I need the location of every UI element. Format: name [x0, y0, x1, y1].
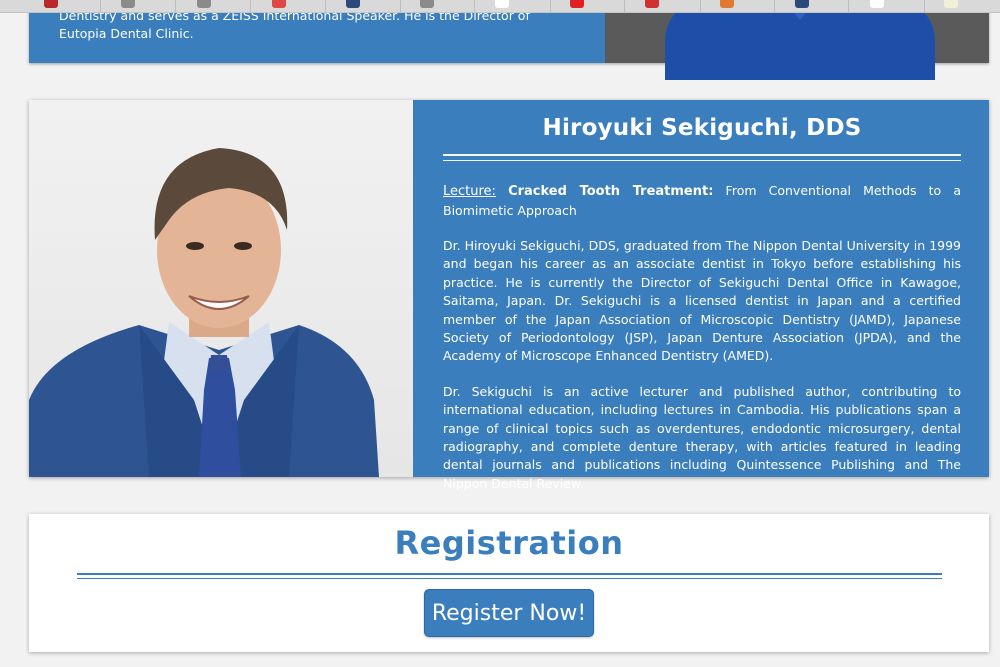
- tab-favicon-icon[interactable]: [720, 0, 734, 8]
- tab-separator: [700, 0, 701, 12]
- speaker-info: Hiroyuki Sekiguchi, DDS Lecture: Cracked…: [443, 100, 961, 493]
- tab-separator: [774, 0, 775, 12]
- tab-favicon-icon[interactable]: [495, 0, 509, 8]
- tab-favicon-icon[interactable]: [420, 0, 434, 8]
- speaker-bio-paragraph-1: Dr. Hiroyuki Sekiguchi, DDS, graduated f…: [443, 238, 961, 364]
- speaker-name: Hiroyuki Sekiguchi, DDS: [542, 115, 862, 141]
- tab-separator: [175, 0, 176, 12]
- tab-separator: [924, 0, 925, 12]
- tab-favicon-icon[interactable]: [944, 0, 958, 8]
- registration-section: Registration Register Now!: [29, 514, 989, 652]
- divider: [443, 154, 961, 161]
- tab-separator: [848, 0, 849, 12]
- speaker-photo: [29, 100, 413, 477]
- tab-separator: [624, 0, 625, 12]
- tab-separator: [100, 0, 101, 12]
- tab-favicon-icon[interactable]: [570, 0, 584, 8]
- tab-favicon-icon[interactable]: [197, 0, 211, 8]
- tab-favicon-icon[interactable]: [346, 0, 360, 8]
- lecture-title: Cracked Tooth Treatment:: [508, 184, 714, 199]
- speaker-bio-paragraph-2: Dr. Sekiguchi is an active lecturer and …: [443, 383, 961, 491]
- tab-separator: [474, 0, 475, 12]
- speaker-portrait-image: [29, 148, 379, 477]
- lecture-line: Lecture: Cracked Tooth Treatment: From C…: [443, 181, 961, 220]
- speaker-card: Hiroyuki Sekiguchi, DDS Lecture: Cracked…: [29, 100, 989, 491]
- registration-divider: [77, 573, 942, 579]
- tab-favicon-icon[interactable]: [645, 0, 659, 8]
- tab-favicon-icon[interactable]: [272, 0, 286, 8]
- register-now-button[interactable]: Register Now!: [424, 589, 594, 637]
- tab-favicon-icon[interactable]: [795, 0, 809, 8]
- tab-separator: [550, 0, 551, 12]
- registration-title: Registration: [394, 524, 624, 562]
- tab-separator: [250, 0, 251, 12]
- tab-favicon-icon[interactable]: [44, 0, 58, 8]
- lecture-label: Lecture:: [443, 184, 496, 199]
- tab-separator: [325, 0, 326, 12]
- browser-tab-strip: [0, 0, 1000, 13]
- tab-favicon-icon[interactable]: [870, 0, 884, 8]
- tab-separator: [400, 0, 401, 12]
- tab-favicon-icon[interactable]: [121, 0, 135, 8]
